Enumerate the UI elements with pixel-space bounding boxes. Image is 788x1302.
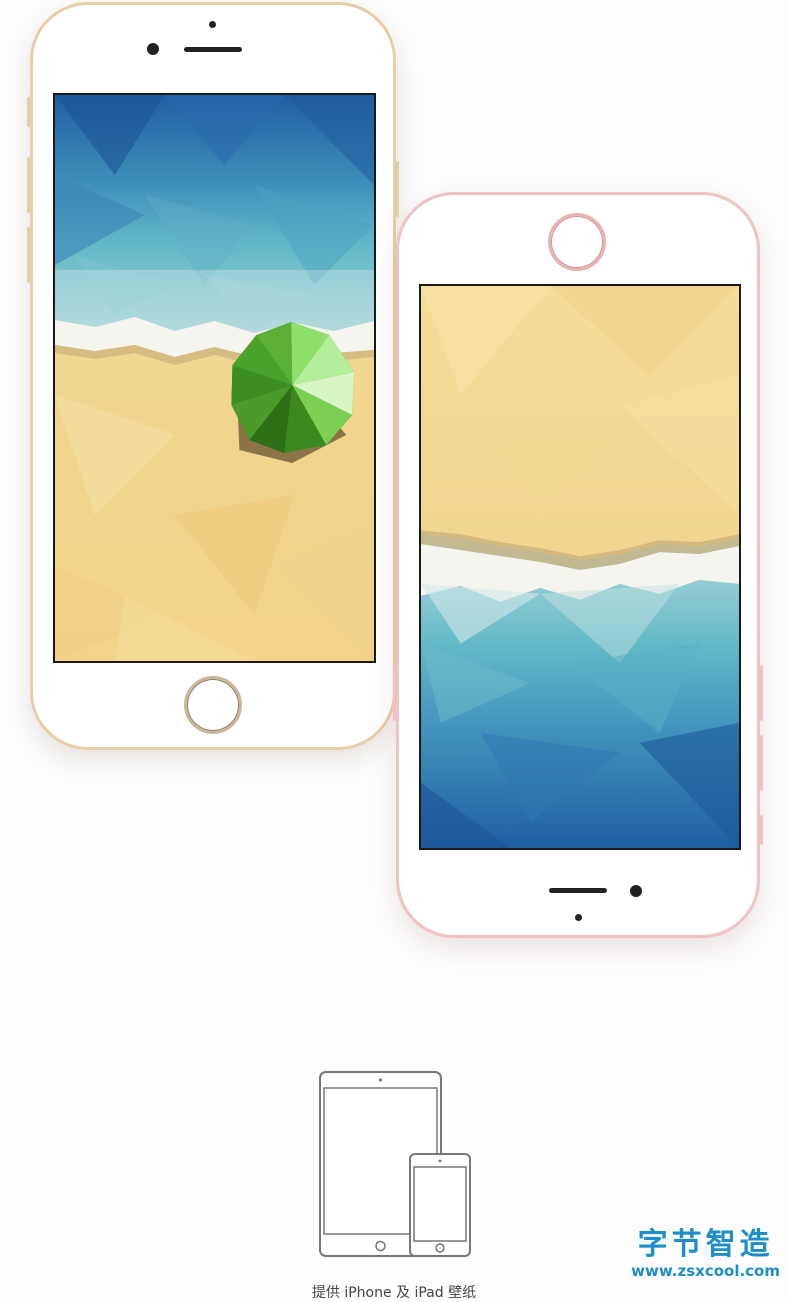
earpiece-speaker	[549, 888, 607, 893]
volume-up-button	[760, 665, 763, 721]
front-sensor	[575, 914, 582, 921]
caption: 提供 iPhone 及 iPad 壁纸	[311, 1285, 477, 1301]
volume-up-button	[27, 157, 30, 213]
phone-screen-wallpaper	[53, 93, 376, 663]
home-button[interactable]	[548, 213, 606, 271]
side-button	[27, 97, 30, 127]
volume-down-button	[760, 735, 763, 791]
ipad-and-iphone-outline-icon	[319, 1071, 471, 1257]
power-button	[396, 161, 399, 217]
watermark-title: 字节智造	[637, 1227, 774, 1262]
earpiece-speaker	[184, 47, 242, 52]
rose-iphone	[393, 192, 763, 938]
home-button[interactable]	[184, 676, 242, 734]
power-button	[393, 665, 396, 721]
volume-down-button	[27, 227, 30, 283]
watermark: 字节智造 www.zsxcool.com	[631, 1227, 780, 1281]
beach-wallpaper-image	[421, 286, 739, 848]
beach-wallpaper-image	[55, 95, 374, 661]
gold-iphone	[27, 2, 399, 750]
side-button	[760, 815, 763, 845]
front-camera	[147, 43, 159, 55]
watermark-url: www.zsxcool.com	[631, 1262, 780, 1280]
phone-screen-wallpaper	[419, 284, 741, 850]
front-sensor	[209, 21, 216, 28]
front-camera	[630, 885, 642, 897]
